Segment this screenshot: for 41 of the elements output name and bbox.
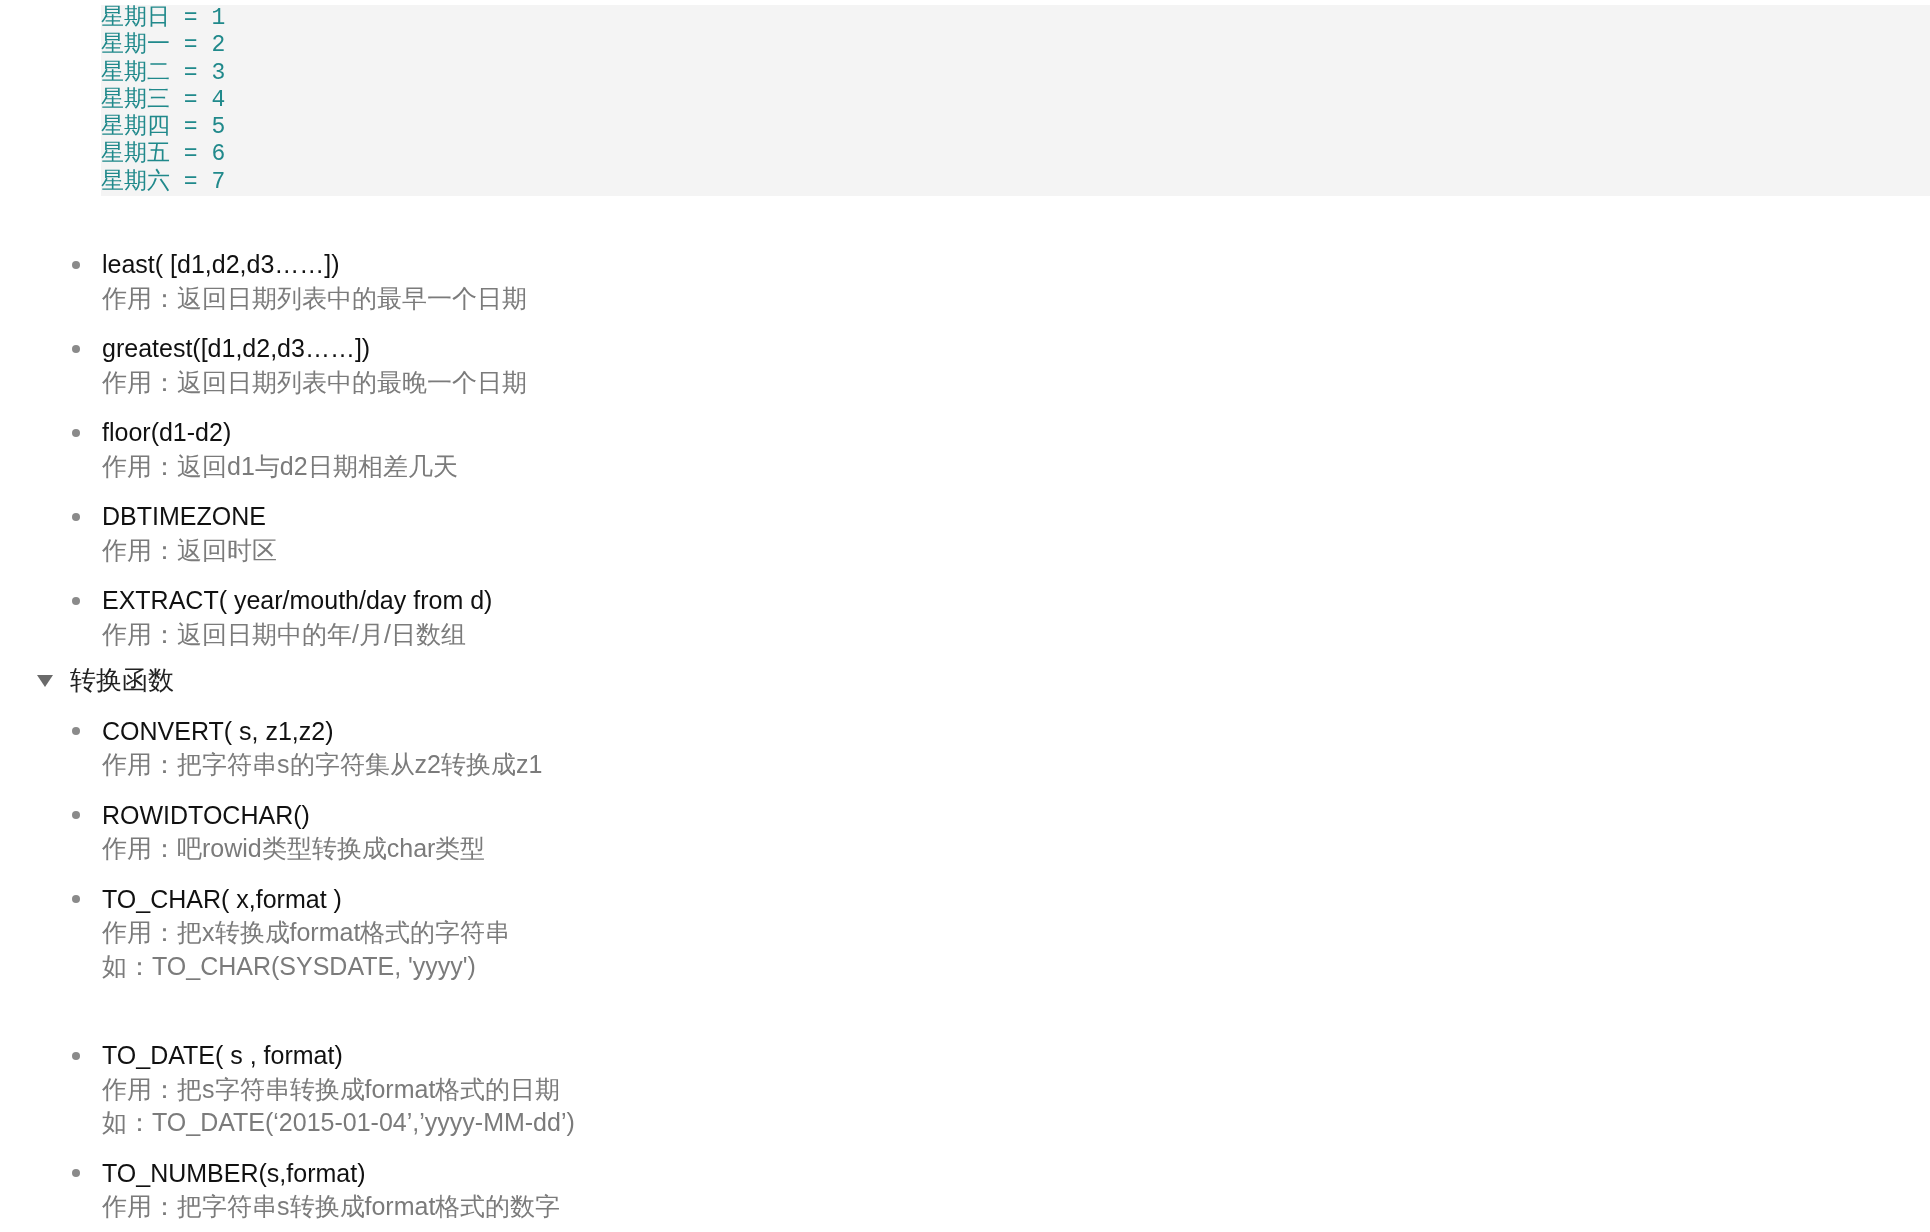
- bullet-icon: [72, 344, 80, 353]
- code-line: 星期六 = 7: [101, 168, 226, 197]
- note-text: 如：TO_DATE(‘2015-01-04’,’yyyy-MM-dd’): [102, 1107, 575, 1139]
- note-text: 如：TO_CHAR(SYSDATE, 'yyyy'): [102, 950, 476, 982]
- disclosure-triangle-icon[interactable]: [37, 674, 53, 687]
- code-line: 星期五 = 6: [101, 141, 226, 169]
- bullet-icon: [72, 895, 80, 904]
- code-line: 星期四 = 5: [101, 114, 226, 141]
- function-name: TO_DATE( s , format): [102, 1040, 343, 1072]
- function-name: ROWIDTOCHAR(): [102, 799, 310, 831]
- bullet-icon: [72, 727, 80, 736]
- bullet-icon: [72, 1169, 80, 1178]
- code-line: 星期二 = 3: [101, 59, 226, 87]
- function-name: greatest([d1,d2,d3……]): [102, 333, 371, 365]
- section-heading: 转换函数: [70, 664, 174, 698]
- function-name: EXTRACT( year/mouth/day from d): [102, 585, 493, 617]
- note-text: 作用：把字符串s转换成format格式的数字: [102, 1191, 561, 1223]
- note-text: 作用：把字符串s的字符集从z2转换成z1: [102, 749, 543, 781]
- note-text: 作用：返回日期中的年/月/日数组: [102, 618, 466, 650]
- function-name: DBTIMEZONE: [102, 501, 266, 533]
- note-text: 作用：把x转换成format格式的字符串: [102, 917, 511, 949]
- bullet-icon: [72, 428, 80, 437]
- note-text: 作用：吧rowid类型转换成char类型: [102, 833, 486, 865]
- code-line: 星期三 = 4: [101, 86, 226, 114]
- note-text: 作用：返回d1与d2日期相差几天: [102, 450, 458, 482]
- bullet-icon: [72, 811, 80, 820]
- function-name: TO_NUMBER(s,format): [102, 1157, 366, 1189]
- note-text: 作用：返回时区: [102, 534, 277, 566]
- function-name: TO_CHAR( x,format ): [102, 883, 342, 915]
- bullet-icon: [72, 1051, 80, 1060]
- function-name: CONVERT( s, z1,z2): [102, 715, 334, 747]
- note-text: 作用：返回日期列表中的最早一个日期: [102, 282, 527, 314]
- note-text: 作用：把s字符串转换成format格式的日期: [102, 1073, 561, 1105]
- code-line: 星期日 = 1: [101, 5, 226, 32]
- function-name: least( [d1,d2,d3……]): [102, 249, 340, 281]
- function-name: floor(d1-d2): [102, 417, 232, 449]
- code-line: 星期一 = 2: [101, 32, 226, 60]
- bullet-icon: [72, 512, 80, 521]
- note-text: 作用：返回日期列表中的最晚一个日期: [102, 366, 527, 398]
- bullet-icon: [72, 596, 80, 605]
- bullet-icon: [72, 260, 80, 269]
